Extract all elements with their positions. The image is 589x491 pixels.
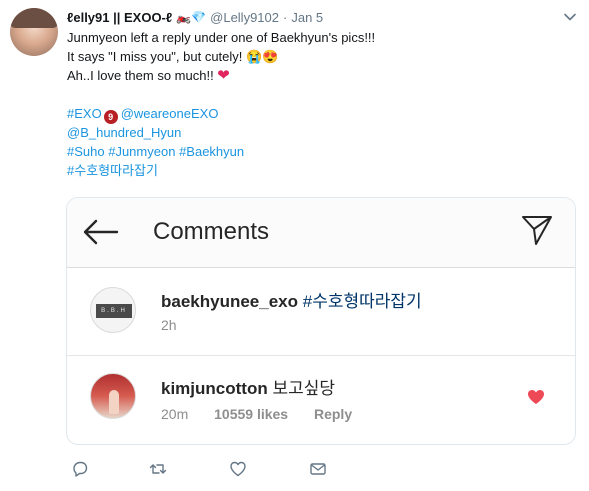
hashtag-exo[interactable]: #EXO [67,106,102,121]
commenter-avatar: B.B.H [90,287,136,333]
comment-body: #수호형따라잡기 [302,292,422,311]
tweet-line-2-text: It says "I miss you", but cutely! [67,49,247,64]
tweet-actions [71,460,371,480]
tweet-date[interactable]: Jan 5 [291,10,323,25]
back-arrow-icon [83,219,119,245]
comment-username: kimjuncotton [161,379,268,398]
hashtag-korean[interactable]: #수호형따라잡기 [67,163,158,178]
name-emojis: 🏍️💎 [176,10,207,24]
comment-time: 20m [161,406,189,422]
red-heart-emoji: ❤ [217,67,230,84]
hashtag-junmyeon[interactable]: #Junmyeon [108,144,175,159]
retweet-icon[interactable] [149,460,167,478]
comment-reply: Reply [313,406,353,422]
mention-b-hundred-hyun[interactable]: @B_hundred_Hyun [67,125,181,140]
user-handle[interactable]: @Lelly9102 [210,10,279,25]
send-icon [522,216,552,245]
comment-text: kimjuncotton 보고싶당 [161,374,335,399]
tweet-line-3: Ah..I love them so much!! ❤ [67,66,567,85]
tweet-line-3-text: Ah..I love them so much!! [67,68,218,83]
comments-title: Comments [153,218,270,245]
attached-screenshot[interactable]: Comments B.B.H baekhyunee_exo #수호형따라잡기 2… [66,197,576,445]
comments-header: Comments [67,198,575,268]
tweet-header: ℓelly91 || EXOO-ℓ 🏍️💎 @Lelly9102 · Jan 5 [67,8,323,26]
tweet-line-tags-1: #EXO 9 @weareoneEXO [67,104,567,124]
chevron-down-icon[interactable] [563,10,577,24]
hashtag-baekhyun[interactable]: #Baekhyun [179,144,244,159]
heart-filled-icon [528,390,544,404]
tweet-line-tags-4: #수호형따라잡기 [67,161,567,180]
commenter-avatar [90,373,136,419]
hashtag-suho[interactable]: #Suho [67,144,105,159]
comment-time: 2h [161,317,177,333]
comment-likes: 10559 likes [214,406,289,422]
tweet-line-1: Junmyeon left a reply under one of Baekh… [67,30,376,45]
tweet-text: Junmyeon left a reply under one of Baekh… [67,28,567,180]
profile-avatar[interactable] [10,8,58,56]
reply-icon[interactable] [71,460,89,478]
like-icon[interactable] [229,460,247,478]
mention-weareoneexo[interactable]: @weareoneEXO [121,106,219,121]
display-name[interactable]: ℓelly91 || EXOO-ℓ [67,10,172,25]
comment-meta: 20m 10559 likes Reply [161,406,374,422]
tweet-line-tags-2: @B_hundred_Hyun [67,123,567,142]
comment-row: B.B.H baekhyunee_exo #수호형따라잡기 2h [67,269,575,356]
avatar-text: B.B.H [96,304,132,318]
tweet-line-2: It says "I miss you", but cutely! 😭😍 [67,47,567,66]
separator-dot: · [283,9,288,25]
message-icon[interactable] [309,460,327,478]
exo-badge-emoji: 9 [103,110,118,124]
comment-body: 보고싶당 [272,379,336,398]
comment-row: kimjuncotton 보고싶당 20m 10559 likes Reply [67,357,575,444]
crying-hearteyes-emoji: 😭😍 [246,49,279,64]
comment-username: baekhyunee_exo [161,292,299,311]
tweet-line-tags-3: #Suho #Junmyeon #Baekhyun [67,142,567,161]
comment-text: baekhyunee_exo #수호형따라잡기 [161,287,422,312]
